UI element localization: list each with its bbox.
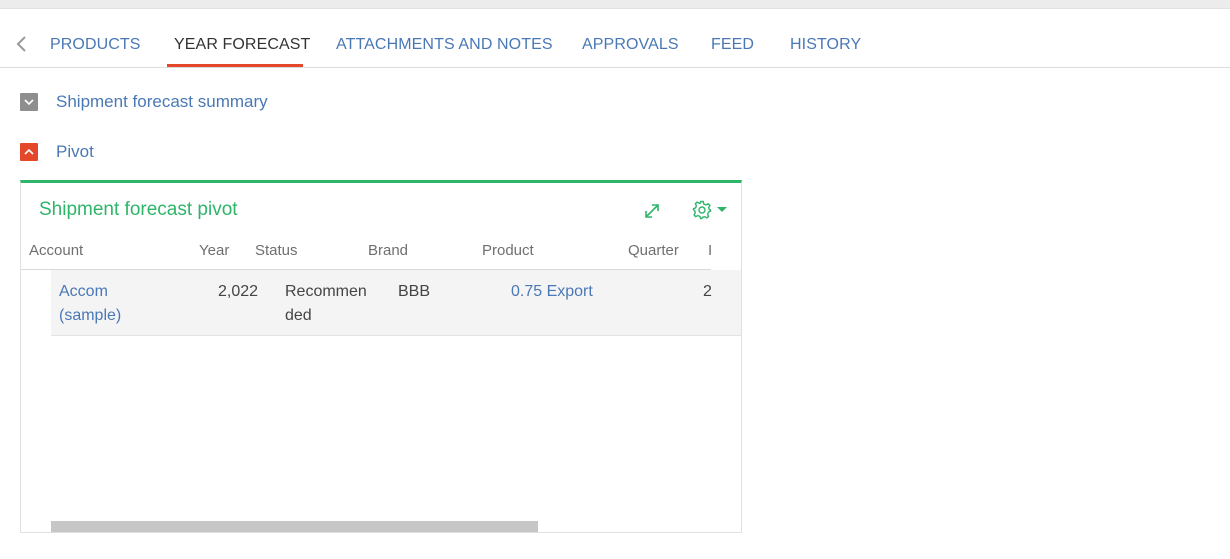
cell-status: Recommen ded [285,280,367,328]
table-row: Accom (sample) 2,022 Recommen ded BBB 0.… [51,270,741,336]
chevron-left-icon[interactable] [13,33,31,55]
section-toggle-summary[interactable] [20,93,38,111]
top-strip [0,0,1230,9]
column-header-product[interactable]: Product [482,242,534,259]
tab-products[interactable]: PRODUCTS [50,36,141,54]
gear-icon[interactable] [689,198,733,222]
cell-account-line1: Accom [59,283,108,300]
section-title-summary[interactable]: Shipment forecast summary [56,92,268,112]
active-tab-indicator [167,64,303,67]
column-header-account[interactable]: Account [29,242,83,259]
cell-year: 2,022 [218,283,259,300]
column-header-brand[interactable]: Brand [368,242,408,259]
tab-attachments-and-notes[interactable]: ATTACHMENTS AND NOTES [336,36,553,54]
tab-bar: PRODUCTS YEAR FORECAST ATTACHMENTS AND N… [0,9,1230,68]
chevron-up-icon [24,148,34,155]
expand-icon[interactable] [641,200,663,222]
pivot-column-headers: Account Year Status Brand Product Quarte… [21,238,711,270]
column-header-status[interactable]: Status [255,242,298,259]
tab-year-forecast[interactable]: YEAR FORECAST [174,36,310,54]
section-toggle-pivot[interactable] [20,143,38,161]
cell-status-line1: Recommen [285,283,367,300]
horizontal-scrollbar[interactable] [51,521,538,532]
pivot-panel: Shipment forecast pivot Account Year Sta… [20,180,742,533]
column-header-quarter[interactable]: Quarter [628,242,679,259]
column-header-truncated[interactable]: I [708,242,711,259]
tab-history[interactable]: HISTORY [790,36,861,54]
caret-down-icon [717,207,727,212]
section-title-pivot[interactable]: Pivot [56,142,94,162]
chevron-down-icon [24,99,34,106]
tab-approvals[interactable]: APPROVALS [582,36,679,54]
tab-feed[interactable]: FEED [711,36,754,54]
cell-account-line2: (sample) [59,307,122,324]
cell-quarter: 2 [703,283,712,300]
cell-brand: BBB [398,283,431,300]
cell-status-line2: ded [285,307,312,324]
cell-product[interactable]: 0.75 Export [511,280,593,304]
cell-account[interactable]: Accom (sample) [59,280,121,328]
panel-title: Shipment forecast pivot [39,199,238,220]
column-header-year[interactable]: Year [199,242,229,259]
